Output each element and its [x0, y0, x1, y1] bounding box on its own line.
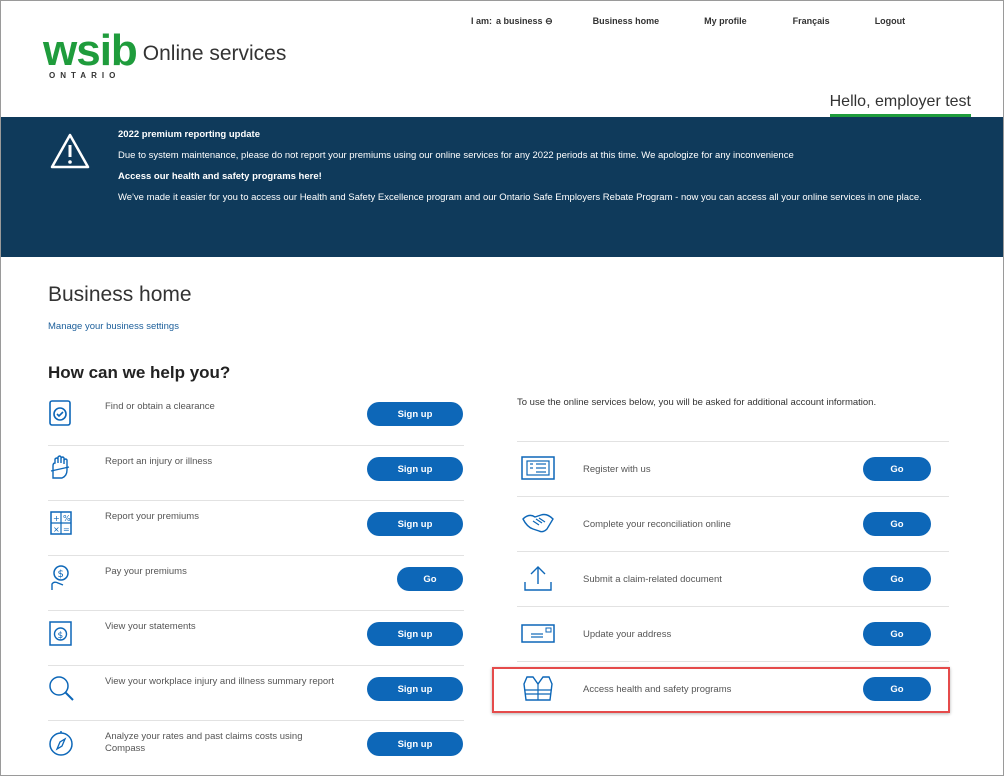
help-heading: How can we help you?: [48, 363, 231, 382]
service-label: Complete your reconciliation online: [583, 519, 731, 530]
clearance-icon: [49, 400, 71, 426]
iam-selector[interactable]: a business ⊖: [496, 16, 553, 27]
go-button[interactable]: Go: [863, 567, 931, 591]
warning-icon: [50, 133, 90, 169]
sign-up-button[interactable]: Sign up: [367, 677, 463, 701]
chevron-circle-icon: ⊖: [545, 16, 553, 26]
list-item: View your workplace injury and illness s…: [48, 666, 464, 721]
calculator-icon: + %× =: [50, 511, 72, 535]
svg-text:$: $: [58, 569, 64, 580]
logo-product-name: Online services: [142, 42, 287, 65]
service-label: View your statements: [105, 621, 196, 632]
list-item: +% × = Report your premiums Sign up: [48, 501, 464, 556]
banner-title-1: 2022 premium reporting update: [118, 129, 261, 140]
logo-wordmark: wsib: [43, 26, 138, 75]
compass-icon: [49, 731, 73, 756]
service-label: View your workplace injury and illness s…: [105, 676, 334, 687]
handshake-icon: [522, 513, 554, 533]
svg-text:%: %: [63, 514, 71, 523]
banner-text-1: Due to system maintenance, please do not…: [118, 150, 794, 161]
right-intro-text: To use the online services below, you wi…: [517, 397, 877, 408]
greeting: Hello, employer test: [829, 93, 971, 117]
service-label: Report an injury or illness: [105, 456, 213, 467]
magnifier-icon: [49, 676, 74, 701]
go-button[interactable]: Go: [397, 567, 463, 591]
sign-up-button[interactable]: Sign up: [367, 457, 463, 481]
service-label: Update your address: [583, 629, 672, 640]
nav-business-home[interactable]: Business home: [593, 16, 660, 27]
left-service-list: Find or obtain a clearance Sign up Repor…: [48, 391, 464, 775]
list-item: Analyze your rates and past claims costs…: [48, 721, 464, 775]
iam-value: a business: [496, 16, 543, 26]
highlight-box: [492, 667, 950, 713]
iam-label: I am:: [471, 16, 493, 26]
page-frame: I am: a business ⊖ Business home My prof…: [0, 0, 1004, 776]
upload-icon: [524, 566, 552, 591]
svg-text:×: ×: [53, 525, 60, 534]
service-label: Report your premiums: [105, 511, 199, 522]
list-item: Update your address Go: [517, 607, 949, 662]
register-form-icon: [521, 456, 555, 480]
go-button[interactable]: Go: [863, 512, 931, 536]
service-label: Pay your premiums: [105, 566, 187, 577]
service-label: Register with us: [583, 464, 651, 475]
banner-text-2: We've made it easier for you to access o…: [118, 192, 922, 203]
manage-settings-link[interactable]: Manage your business settings: [48, 321, 179, 332]
list-item: Complete your reconciliation online Go: [517, 497, 949, 552]
list-item: Register with us Go: [517, 442, 949, 497]
service-label: Analyze your rates and past claims costs…: [105, 731, 303, 754]
page-title: Business home: [48, 283, 192, 306]
sign-up-button[interactable]: Sign up: [367, 512, 463, 536]
logo-subtitle: ONTARIO: [49, 71, 121, 80]
list-item: $ Pay your premiums Go: [48, 556, 464, 611]
list-item: $ View your statements Sign up: [48, 611, 464, 666]
statement-icon: $: [49, 621, 72, 646]
svg-text:=: =: [63, 525, 70, 534]
nav-logout[interactable]: Logout: [875, 16, 906, 27]
envelope-icon: [521, 624, 555, 643]
wsib-logo[interactable]: wsib Online services ONTARIO: [43, 26, 287, 81]
list-item: Submit a claim-related document Go: [517, 552, 949, 607]
top-nav: I am: a business ⊖ Business home My prof…: [471, 16, 905, 27]
list-item: Report an injury or illness Sign up: [48, 446, 464, 501]
hand-injury-icon: [50, 455, 70, 479]
svg-text:$: $: [58, 631, 64, 641]
sign-up-button[interactable]: Sign up: [367, 622, 463, 646]
sign-up-button[interactable]: Sign up: [367, 732, 463, 756]
banner-title-2: Access our health and safety programs he…: [118, 171, 322, 182]
notice-banner: 2022 premium reporting update Due to sys…: [1, 117, 1003, 257]
pay-hand-icon: $: [51, 565, 69, 590]
list-item: Find or obtain a clearance Sign up: [48, 391, 464, 446]
service-label: Find or obtain a clearance: [105, 401, 215, 412]
nav-francais[interactable]: Français: [793, 16, 830, 27]
service-label: Submit a claim-related document: [583, 574, 722, 585]
svg-text:+: +: [53, 514, 60, 523]
go-button[interactable]: Go: [863, 457, 931, 481]
sign-up-button[interactable]: Sign up: [367, 402, 463, 426]
nav-my-profile[interactable]: My profile: [704, 16, 747, 27]
go-button[interactable]: Go: [863, 622, 931, 646]
